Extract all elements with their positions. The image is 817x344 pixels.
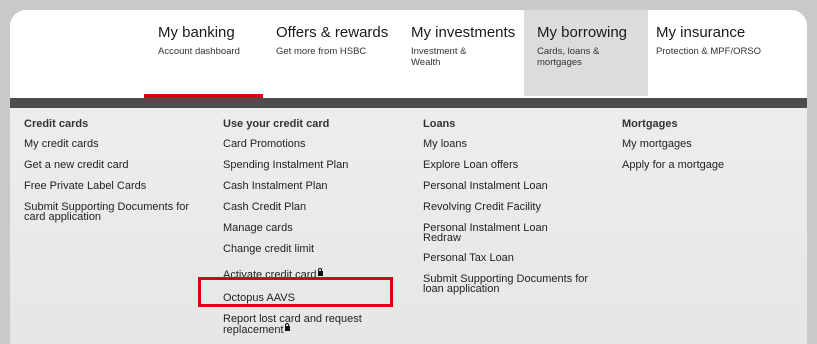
report-lost-card-row: Report lost card and request replacement — [223, 313, 398, 336]
menu-divider-band — [10, 98, 807, 108]
lock-icon — [317, 268, 323, 276]
link-submit-card-documents[interactable]: Submit Supporting Documents for card app… — [24, 202, 194, 223]
nav-title: My insurance — [656, 24, 746, 41]
nav-subtitle: Get more from HSBC — [276, 46, 367, 57]
link-my-mortgages[interactable]: My mortgages — [622, 139, 792, 150]
column-heading: Loans — [423, 118, 456, 130]
link-report-lost-card[interactable]: Report lost card and request replacement — [223, 313, 362, 336]
nav-title: My banking — [158, 24, 235, 41]
link-free-private-label-cards[interactable]: Free Private Label Cards — [24, 181, 194, 192]
nav-subtitle: Account dashboard — [158, 46, 240, 57]
link-spending-instalment-plan[interactable]: Spending Instalment Plan — [223, 160, 398, 171]
column-heading: Use your credit card — [223, 118, 330, 130]
link-cash-instalment-plan[interactable]: Cash Instalment Plan — [223, 181, 398, 192]
link-personal-instalment-loan-redraw[interactable]: Personal Instalment Loan Redraw — [423, 223, 563, 244]
column-credit-cards: Credit cards My credit cards Get a new c… — [24, 118, 194, 223]
link-revolving-credit-facility[interactable]: Revolving Credit Facility — [423, 202, 598, 213]
link-manage-cards[interactable]: Manage cards — [223, 223, 398, 234]
link-personal-tax-loan[interactable]: Personal Tax Loan — [423, 253, 598, 264]
link-get-new-credit-card[interactable]: Get a new credit card — [24, 160, 194, 171]
column-loans: Loans My loans Explore Loan offers Perso… — [423, 118, 598, 295]
link-card-promotions[interactable]: Card Promotions — [223, 139, 398, 150]
nav-my-insurance[interactable]: My insurance Protection & MPF/ORSO — [648, 10, 798, 96]
link-apply-for-mortgage[interactable]: Apply for a mortgage — [622, 160, 792, 171]
lock-icon — [284, 323, 290, 331]
link-cash-credit-plan[interactable]: Cash Credit Plan — [223, 202, 398, 213]
nav-title: My borrowing — [537, 24, 628, 41]
nav-subtitle: Protection & MPF/ORSO — [656, 46, 762, 57]
highlight-box — [198, 277, 393, 307]
link-change-credit-limit[interactable]: Change credit limit — [223, 244, 398, 255]
nav-my-banking[interactable]: My banking Account dashboard — [150, 10, 270, 96]
nav-title: My investments — [411, 24, 516, 41]
link-personal-instalment-loan[interactable]: Personal Instalment Loan — [423, 181, 598, 192]
nav-title: Offers & rewards — [276, 24, 389, 41]
nav-subtitle: Investment & Wealth — [411, 46, 467, 68]
column-heading: Credit cards — [24, 118, 89, 130]
link-my-loans[interactable]: My loans — [423, 139, 598, 150]
link-explore-loan-offers[interactable]: Explore Loan offers — [423, 160, 598, 171]
column-mortgages: Mortgages My mortgages Apply for a mortg… — [622, 118, 792, 171]
nav-subtitle: Cards, loans & mortgages — [537, 46, 600, 68]
nav-my-investments[interactable]: My investments Investment & Wealth — [403, 10, 523, 96]
nav-my-borrowing[interactable]: My borrowing Cards, loans & mortgages — [524, 10, 648, 96]
link-my-credit-cards[interactable]: My credit cards — [24, 139, 194, 150]
nav-offers-rewards[interactable]: Offers & rewards Get more from HSBC — [268, 10, 398, 96]
link-submit-loan-documents[interactable]: Submit Supporting Documents for loan app… — [423, 274, 593, 295]
top-navigation: My banking Account dashboard Offers & re… — [10, 10, 807, 96]
column-heading: Mortgages — [622, 118, 678, 130]
